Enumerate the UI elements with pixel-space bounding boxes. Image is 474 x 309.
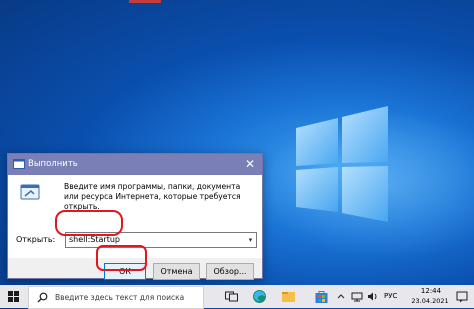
clock-date: 23.04.2021 — [411, 297, 449, 305]
chevron-down-icon[interactable]: ▾ — [245, 233, 256, 247]
close-icon: ✕ — [244, 157, 256, 171]
edge-icon[interactable] — [252, 289, 267, 304]
notifications-icon[interactable] — [455, 289, 469, 304]
clock-time: 12:44 — [420, 287, 442, 295]
dialog-title: Выполнить — [28, 159, 78, 169]
ok-highlight-ring — [96, 245, 147, 271]
chevron-up-icon[interactable] — [336, 289, 346, 304]
search-placeholder: Введите здесь текст для поиска — [55, 293, 185, 302]
run-app-icon — [13, 159, 25, 169]
file-explorer-icon[interactable] — [281, 289, 296, 304]
volume-icon[interactable] — [367, 289, 379, 304]
dialog-description: Введите имя программы, папки, документа … — [64, 182, 241, 211]
cancel-button[interactable]: Отмена — [153, 263, 200, 280]
start-button[interactable] — [0, 285, 28, 308]
search-box[interactable]: Введите здесь текст для поиска — [28, 286, 204, 309]
language-indicator[interactable]: РУС — [384, 292, 397, 300]
window-edge-marker — [129, 0, 161, 3]
wallpaper-glow — [260, 110, 474, 260]
input-highlight-ring — [55, 210, 123, 236]
browse-button[interactable]: Обзор... — [206, 263, 254, 280]
open-label: Открыть: — [16, 235, 56, 244]
search-icon — [37, 292, 48, 303]
task-view-icon[interactable] — [224, 289, 239, 304]
taskbar: Введите здесь текст для поиска РУС 12:44… — [0, 285, 474, 309]
dialog-titlebar[interactable]: Выполнить ✕ — [8, 154, 262, 175]
network-icon[interactable] — [351, 289, 363, 304]
run-icon — [20, 184, 40, 200]
store-icon[interactable] — [314, 289, 329, 304]
close-button[interactable]: ✕ — [238, 154, 262, 175]
